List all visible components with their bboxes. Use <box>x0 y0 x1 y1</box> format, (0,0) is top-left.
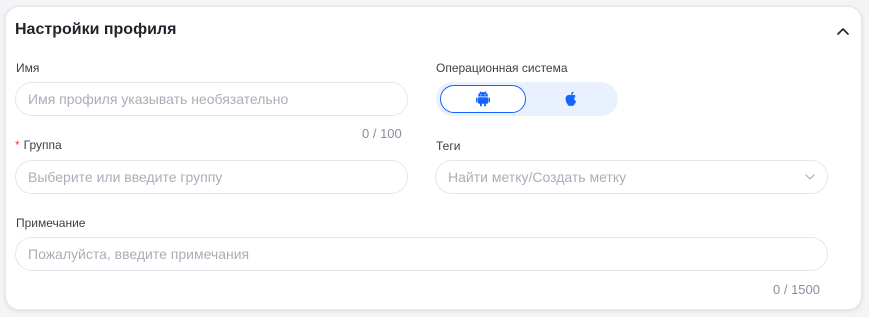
name-label: Имя <box>16 61 40 75</box>
group-label: * Группа <box>15 138 62 152</box>
note-placeholder: Пожалуйста, введите примечания <box>28 246 250 262</box>
tags-placeholder: Найти метку/Создать метку <box>448 169 627 185</box>
name-char-counter: 0 / 100 <box>362 126 402 141</box>
os-toggle <box>436 82 618 116</box>
tags-label: Теги <box>436 139 461 153</box>
note-label: Примечание <box>16 216 86 230</box>
group-placeholder: Выберите или введите группу <box>28 169 223 185</box>
os-label: Операционная система <box>436 61 568 75</box>
group-label-text: Группа <box>23 138 62 152</box>
chevron-up-icon <box>837 28 849 35</box>
os-option-apple[interactable] <box>528 85 614 113</box>
collapse-button[interactable] <box>835 23 851 39</box>
apple-icon <box>565 91 577 107</box>
required-mark: * <box>15 138 20 152</box>
card-title: Настройки профиля <box>15 21 177 38</box>
tags-select[interactable]: Найти метку/Создать метку <box>435 160 828 194</box>
note-char-counter: 0 / 1500 <box>773 282 820 297</box>
chevron-down-icon <box>805 174 815 180</box>
profile-settings-card: Настройки профиля Имя Имя профиля указыв… <box>5 6 862 310</box>
name-placeholder: Имя профиля указывать необязательно <box>28 91 289 107</box>
android-icon <box>476 91 490 107</box>
group-input[interactable]: Выберите или введите группу <box>15 160 408 194</box>
name-input[interactable]: Имя профиля указывать необязательно <box>15 82 408 116</box>
note-input[interactable]: Пожалуйста, введите примечания <box>15 237 828 271</box>
os-option-android[interactable] <box>440 85 526 113</box>
